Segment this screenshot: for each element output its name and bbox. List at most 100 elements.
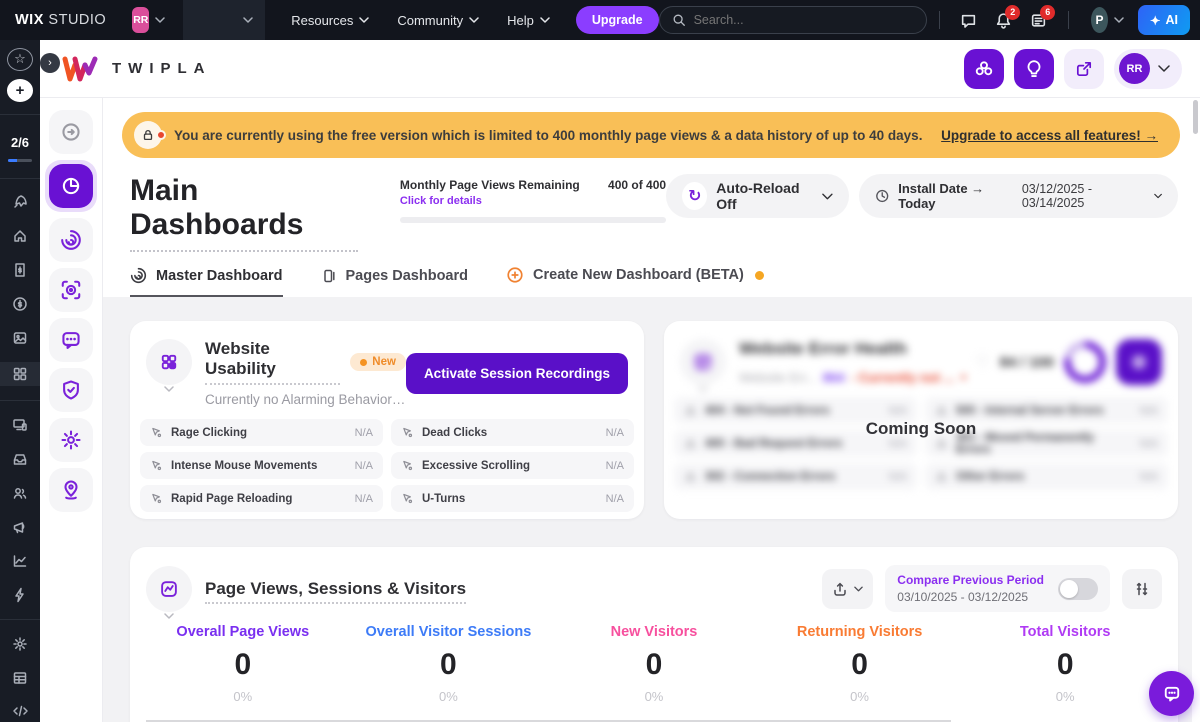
chart-line-icon	[12, 553, 28, 569]
sidebar-item-overview[interactable]	[49, 110, 93, 154]
rail-item-analytics[interactable]	[0, 550, 40, 571]
twipla-user-menu[interactable]: RR	[1114, 49, 1182, 89]
rail-item-dev-mode[interactable]	[0, 701, 40, 722]
metric-chip[interactable]: Rapid Page ReloadingN/A	[140, 485, 383, 512]
twipla-brand[interactable]: TWIPLA	[62, 56, 212, 82]
rail-item-media[interactable]	[0, 328, 40, 349]
metric-chip[interactable]: Excessive ScrollingN/A	[391, 452, 634, 479]
tab-pages-dashboard[interactable]: Pages Dashboard	[321, 268, 469, 297]
rail-item-settings[interactable]	[0, 633, 40, 654]
dashboards-active-indicator	[49, 164, 93, 208]
metric-chip[interactable]: Dead ClicksN/A	[391, 419, 634, 446]
metric-value: N/A	[1140, 471, 1158, 483]
rail-item-content-manager[interactable]	[0, 667, 40, 688]
metric-label: Excessive Scrolling	[422, 460, 530, 472]
compare-range: 03/10/2025 - 03/12/2025	[897, 590, 1044, 604]
export-button[interactable]	[822, 569, 873, 609]
date-range-control[interactable]: Install Date → Today 03/12/2025 - 03/14/…	[859, 174, 1178, 218]
inbox-button[interactable]: 6	[1030, 12, 1047, 29]
banner-upgrade-link[interactable]: Upgrade to access all features! →	[941, 128, 1158, 143]
stat-value: 0	[757, 648, 963, 682]
open-external-button[interactable]	[1064, 49, 1104, 89]
rail-item-home[interactable]	[0, 226, 40, 247]
menu-help[interactable]: Help	[507, 13, 550, 28]
sidebar-item-visitors[interactable]	[49, 218, 93, 262]
metric-value: N/A	[889, 405, 907, 417]
search-input[interactable]	[694, 13, 914, 27]
site-selector[interactable]	[183, 0, 265, 40]
rail-item-marketing[interactable]	[0, 516, 40, 537]
stat-overall-page-views[interactable]: Overall Page Views 0 0%	[140, 624, 346, 704]
stat-total-visitors[interactable]: Total Visitors 0 0%	[962, 624, 1168, 704]
rail-item-finance[interactable]	[0, 294, 40, 315]
filter-settings-button[interactable]	[1122, 569, 1162, 609]
rail-item-apps[interactable]	[0, 362, 40, 386]
collapse-panel-button[interactable]: ›	[40, 53, 60, 73]
metric-chip[interactable]: Rage ClickingN/A	[140, 419, 383, 446]
stat-percent: 0%	[551, 689, 757, 704]
suggestions-button[interactable]	[1014, 49, 1054, 89]
activate-session-recordings-button[interactable]: Activate Session Recordings	[406, 353, 628, 394]
community-button[interactable]	[964, 49, 1004, 89]
table-icon	[12, 670, 28, 686]
usability-card-icon[interactable]	[146, 339, 192, 385]
metric-value: N/A	[889, 471, 907, 483]
rail-item-contacts[interactable]	[0, 482, 40, 503]
upgrade-button[interactable]: Upgrade	[576, 6, 659, 34]
metric-chip[interactable]: U-TurnsN/A	[391, 485, 634, 512]
workspace-badge[interactable]: RR	[132, 7, 149, 33]
warning-icon	[684, 437, 697, 450]
quota-details-link[interactable]: Click for details	[400, 195, 666, 207]
site-selector-chevron-icon	[243, 17, 253, 23]
pageviews-card-icon[interactable]	[146, 566, 192, 612]
sidebar-item-dashboards[interactable]	[45, 160, 97, 212]
free-version-banner: You are currently using the free version…	[122, 112, 1180, 158]
rail-item-launch[interactable]	[0, 192, 40, 213]
tab-master-dashboard[interactable]: Master Dashboard	[130, 267, 283, 297]
account-avatar[interactable]: P	[1091, 7, 1108, 33]
rail-item-automations[interactable]	[0, 584, 40, 605]
menu-community[interactable]: Community	[397, 13, 479, 28]
quota-label: Monthly Page Views Remaining	[400, 178, 580, 192]
workspace-chevron-icon[interactable]	[155, 17, 165, 23]
account-chevron-icon[interactable]	[1114, 17, 1124, 23]
scrollbar-thumb[interactable]	[1193, 100, 1198, 134]
stat-returning-visitors[interactable]: Returning Visitors 0 0%	[757, 624, 963, 704]
heart-icon: ♡	[975, 352, 989, 372]
usability-metrics: Rage ClickingN/A Dead ClicksN/A Intense …	[130, 415, 644, 512]
pageviews-title: Page Views, Sessions & Visitors	[205, 579, 466, 604]
chat-dots-icon	[60, 329, 82, 351]
metric-label: 400 - Bad Request Errors	[705, 438, 842, 450]
favorites-star-button[interactable]: ☆	[7, 48, 33, 71]
wix-top-bar: WIX STUDIO RR Resources Community Help U…	[0, 0, 1200, 40]
rail-item-inbox[interactable]	[0, 448, 40, 469]
rail-item-billing[interactable]	[0, 260, 40, 281]
ai-button[interactable]: ✦ AI	[1138, 5, 1190, 35]
chevron-down-icon	[1158, 65, 1170, 72]
auto-reload-control[interactable]: ↻ Auto-Reload Off	[666, 174, 849, 218]
stat-percent: 0%	[346, 689, 552, 704]
sidebar-item-location[interactable]	[49, 468, 93, 512]
sidebar-item-privacy[interactable]	[49, 368, 93, 412]
menu-resources[interactable]: Resources	[291, 13, 369, 28]
tab-create-new-dashboard[interactable]: Create New Dashboard (BETA)	[506, 266, 764, 297]
error-subtitle-alert: - Currently not ...	[851, 370, 955, 385]
sidebar-item-recordings[interactable]	[49, 268, 93, 312]
search-bar[interactable]	[659, 6, 927, 34]
metric-chip[interactable]: Intense Mouse MovementsN/A	[140, 452, 383, 479]
stat-new-visitors[interactable]: New Visitors 0 0%	[551, 624, 757, 704]
sidebar-item-settings[interactable]	[49, 418, 93, 462]
record-button[interactable]	[1116, 339, 1162, 385]
wix-studio-logo[interactable]: WIX STUDIO	[15, 12, 106, 28]
feedback-button[interactable]	[960, 12, 977, 29]
rail-item-site[interactable]	[0, 414, 40, 435]
cursor-icon	[401, 426, 414, 439]
support-chat-fab[interactable]	[1149, 671, 1194, 716]
compare-toggle[interactable]	[1058, 578, 1098, 600]
main-content: You are currently using the free version…	[103, 98, 1192, 722]
stat-overall-visitor-sessions[interactable]: Overall Visitor Sessions 0 0%	[346, 624, 552, 704]
notifications-button[interactable]: 2	[995, 12, 1012, 29]
menu-help-label: Help	[507, 13, 534, 28]
add-button[interactable]: +	[7, 79, 33, 102]
sidebar-item-feedback[interactable]	[49, 318, 93, 362]
